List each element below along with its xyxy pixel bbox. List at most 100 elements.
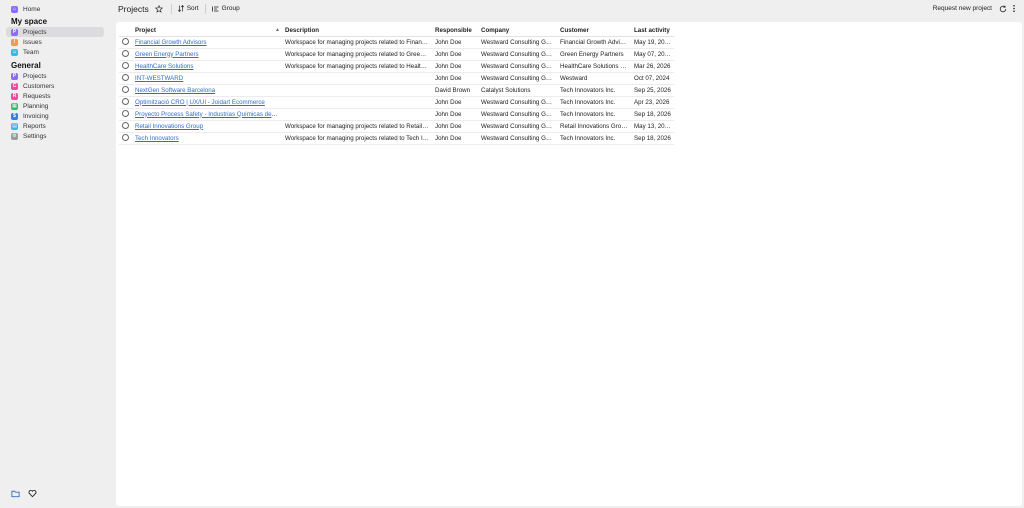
header-divider <box>170 3 172 14</box>
table-row[interactable]: NextGen Software Barcelona David Brown Cat… <box>119 84 674 97</box>
sidebar-item-label: Planning <box>23 102 49 110</box>
project-link[interactable]: HealthCare Solutions <box>135 63 193 70</box>
company-cell: Catalyst Solutions <box>478 84 557 97</box>
description-cell: Workspace for managing projects related … <box>282 132 432 145</box>
sidebar-footer <box>11 489 37 498</box>
request-new-project-button[interactable]: Request new project <box>933 5 992 12</box>
table-header-row: Project ▲ Description Responsible Compan… <box>119 25 674 37</box>
star-icon[interactable] <box>154 4 163 13</box>
sidebar-item-label: Customers <box>23 82 55 90</box>
projects-panel: Project ▲ Description Responsible Compan… <box>116 22 1022 506</box>
row-select-cell <box>119 108 132 121</box>
team-icon: ☺ <box>11 48 18 56</box>
refresh-icon[interactable] <box>999 5 1007 13</box>
last-activity-cell: Apr 23, 2026 <box>631 96 674 109</box>
company-cell: Westward Consulting Group <box>478 48 557 61</box>
column-header-description[interactable]: Description <box>282 25 432 37</box>
sidebar-item-invoicing[interactable]: $ Invoicing <box>6 111 104 121</box>
row-select-cell <box>119 96 132 109</box>
responsible-cell: John Doe <box>432 96 478 109</box>
responsible-cell: John Doe <box>432 108 478 121</box>
row-select-radio[interactable] <box>122 86 129 94</box>
group-button[interactable]: Group <box>211 5 240 12</box>
row-select-radio[interactable] <box>122 62 129 70</box>
customer-cell: Tech Innovators Inc. <box>557 132 631 145</box>
company-cell: Westward Consulting Group <box>478 132 557 145</box>
project-link[interactable]: INT-WESTWARD <box>135 75 183 82</box>
projects-icon: P <box>11 72 18 80</box>
sidebar-item-reports[interactable]: ▤ Reports <box>6 121 104 131</box>
column-header-company[interactable]: Company <box>478 25 557 37</box>
table-row[interactable]: Green Energy Partners Workspace for manag… <box>119 48 674 61</box>
table-row[interactable]: INT-WESTWARD John Doe Westward Consulting … <box>119 72 674 85</box>
company-cell: Westward Consulting Group <box>478 36 557 49</box>
row-select-radio[interactable] <box>122 38 129 46</box>
sidebar-item-home[interactable]: ⌂ Home <box>6 4 104 14</box>
table-row[interactable]: Optimització CRO | UX/UI - Joidart Ecomm… <box>119 96 674 109</box>
description-cell: Workspace for managing projects related … <box>282 36 432 49</box>
sidebar-item-label: Issues <box>23 38 42 46</box>
row-select-radio[interactable] <box>122 74 129 82</box>
folder-icon[interactable] <box>11 489 20 498</box>
last-activity-cell: Mar 26, 2026 <box>631 60 674 73</box>
sidebar-item-issues[interactable]: ! Issues <box>6 37 104 47</box>
group-icon <box>211 6 219 11</box>
description-cell: Workspace for managing projects related … <box>282 60 432 73</box>
last-activity-cell: May 07, 2025 <box>631 48 674 61</box>
project-link[interactable]: Green Energy Partners <box>135 51 199 58</box>
projects-table: Project ▲ Description Responsible Compan… <box>119 25 674 145</box>
customer-cell: Westward <box>557 72 631 85</box>
project-link[interactable]: Proyecto Process Safety - Industrias Quí… <box>135 111 282 118</box>
more-options-icon[interactable] <box>1012 4 1016 13</box>
row-select-cell <box>119 48 132 61</box>
sidebar-item-my-projects[interactable]: P Projects <box>6 27 104 37</box>
sort-icon <box>177 5 184 12</box>
project-link[interactable]: Tech Innovators <box>135 135 179 142</box>
table-row[interactable]: Financial Growth Advisors Workspace for m… <box>119 36 674 49</box>
column-header-responsible[interactable]: Responsible <box>432 25 478 37</box>
sidebar-item-settings[interactable]: ⚙ Settings <box>6 131 104 141</box>
table-row[interactable]: Retail Innovations Group Workspace for ma… <box>119 120 674 133</box>
company-cell: Westward Consulting Group <box>478 60 557 73</box>
column-header-last-activity[interactable]: Last activity <box>631 25 674 37</box>
table-row[interactable]: Proyecto Process Safety - Industrias Quí… <box>119 108 674 121</box>
group-label: Group <box>221 5 240 12</box>
row-select-radio[interactable] <box>122 134 129 142</box>
project-link[interactable]: Optimització CRO | UX/UI - Joidart Ecomm… <box>135 99 265 106</box>
home-icon: ⌂ <box>11 5 18 13</box>
sort-button[interactable]: Sort <box>177 5 199 12</box>
heart-icon[interactable] <box>28 489 37 498</box>
last-activity-cell: Oct 07, 2024 <box>631 72 674 85</box>
page-title: Projects <box>118 3 149 14</box>
project-link[interactable]: Retail Innovations Group <box>135 123 203 130</box>
responsible-cell: John Doe <box>432 36 478 49</box>
row-select-radio[interactable] <box>122 50 129 58</box>
row-select-radio[interactable] <box>122 98 129 106</box>
responsible-cell: John Doe <box>432 72 478 85</box>
project-link[interactable]: Financial Growth Advisors <box>135 39 207 46</box>
sidebar-item-requests[interactable]: R Requests <box>6 91 104 101</box>
table-row[interactable]: HealthCare Solutions Workspace for managi… <box>119 60 674 73</box>
sidebar-item-label: Projects <box>23 28 47 36</box>
column-header-customer[interactable]: Customer <box>557 25 631 37</box>
company-cell: Westward Consulting Group <box>478 72 557 85</box>
row-select-radio[interactable] <box>122 122 129 130</box>
sidebar-item-label: Settings <box>23 132 47 140</box>
header: Projects Sort Group Request new project <box>110 0 1024 17</box>
select-column-header <box>119 25 132 37</box>
column-header-project[interactable]: Project ▲ <box>132 25 282 37</box>
project-cell: Financial Growth Advisors <box>132 36 282 49</box>
sidebar-item-projects[interactable]: P Projects <box>6 71 104 81</box>
sidebar-item-planning[interactable]: ▦ Planning <box>6 101 104 111</box>
customers-icon: C <box>11 82 18 90</box>
row-select-radio[interactable] <box>122 110 129 118</box>
table-row[interactable]: Tech Innovators Workspace for managing pr… <box>119 132 674 145</box>
projects-icon: P <box>11 28 18 36</box>
sort-label: Sort <box>186 5 199 12</box>
sidebar-item-team[interactable]: ☺ Team <box>6 47 104 57</box>
sidebar-item-customers[interactable]: C Customers <box>6 81 104 91</box>
project-cell: Optimització CRO | UX/UI - Joidart Ecomm… <box>132 96 282 109</box>
project-link[interactable]: NextGen Software Barcelona <box>135 87 215 94</box>
sidebar-item-label: Team <box>23 48 39 56</box>
section-title-my-space: My space <box>11 17 48 26</box>
